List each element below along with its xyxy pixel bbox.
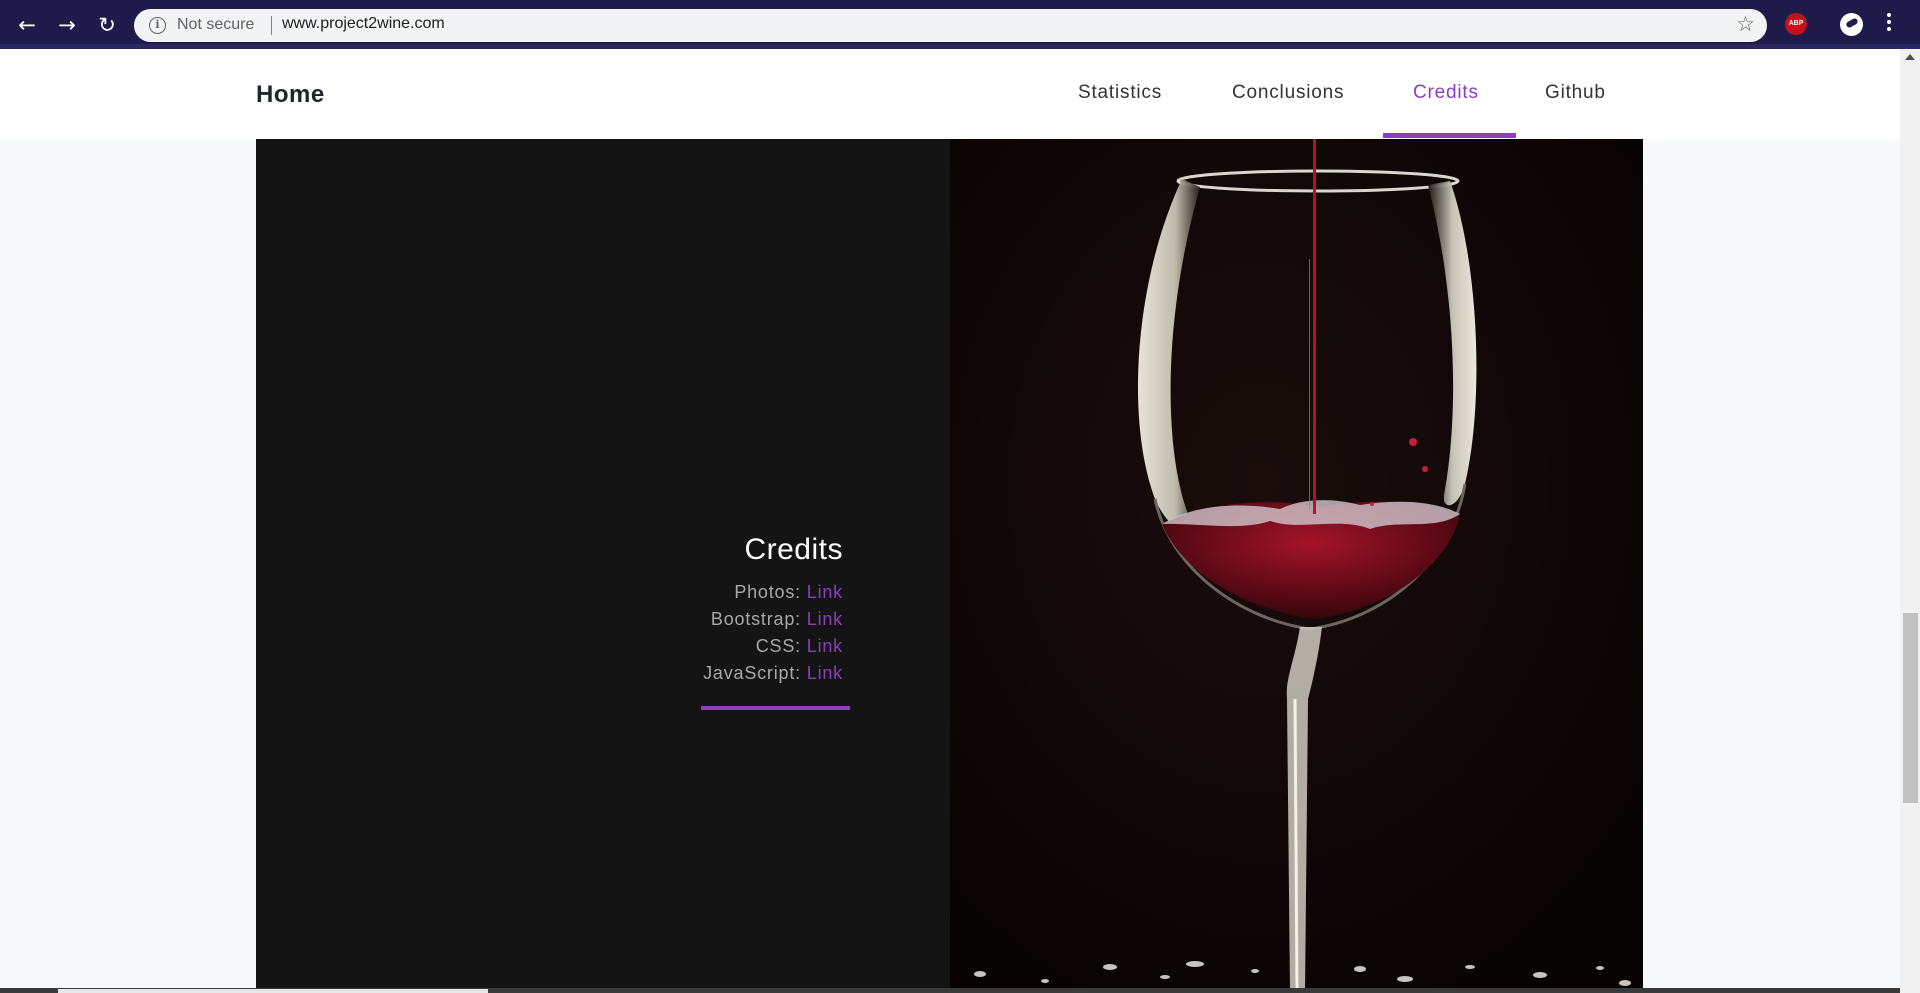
credit-row-photos: Photos: Link [703,579,843,606]
forward-arrow-icon[interactable]: → [52,10,82,40]
credit-label: Photos: [734,582,801,602]
credit-row-javascript: JavaScript: Link [703,660,843,687]
credit-link-photos[interactable]: Link [807,582,843,602]
omnibox-divider [271,16,272,35]
security-label: Not secure [177,16,255,33]
adblock-icon[interactable]: ABP [1785,13,1807,35]
credits-panel: Credits Photos: Link Bootstrap: Link CSS… [256,139,950,993]
active-nav-indicator [1383,133,1516,138]
credit-label: Bootstrap: [710,609,801,629]
nav-link-credits[interactable]: Credits [1413,82,1479,104]
kebab-menu-icon[interactable] [1883,10,1895,38]
wine-glass-illustration [950,139,1643,993]
credit-label: CSS: [755,636,801,656]
address-bar[interactable]: i Not secure www.project2wine.com ☆ [134,9,1767,42]
page-scrollbar[interactable] [1900,49,1920,993]
credit-link-css[interactable]: Link [807,636,843,656]
bottom-scroll-thumb[interactable] [58,989,488,993]
reload-icon[interactable]: ↻ [92,10,122,40]
info-icon[interactable]: i [149,17,166,34]
scroll-up-arrow-icon[interactable] [1905,54,1915,60]
credits-block: Credits Photos: Link Bootstrap: Link CSS… [703,533,843,687]
credit-label: JavaScript: [703,663,801,683]
extension-icon[interactable] [1840,13,1863,36]
credit-link-bootstrap[interactable]: Link [807,609,843,629]
nav-link-conclusions[interactable]: Conclusions [1232,82,1344,104]
wine-glass-photo [950,139,1643,993]
scrollbar-thumb[interactable] [1903,613,1918,803]
nav-link-statistics[interactable]: Statistics [1078,82,1162,104]
nav-link-github[interactable]: Github [1545,82,1606,104]
brand-home-link[interactable]: Home [256,81,325,109]
url-text[interactable]: www.project2wine.com [282,15,445,33]
credit-link-javascript[interactable]: Link [807,663,843,683]
credit-row-bootstrap: Bootstrap: Link [703,606,843,633]
back-arrow-icon[interactable]: ← [12,10,42,40]
credits-accent-bar [701,706,850,710]
credits-title: Credits [744,533,843,566]
star-icon[interactable]: ☆ [1736,12,1755,36]
site-navbar: Home Statistics Conclusions Credits Gith… [0,49,1900,139]
credit-row-css: CSS: Link [703,633,843,660]
